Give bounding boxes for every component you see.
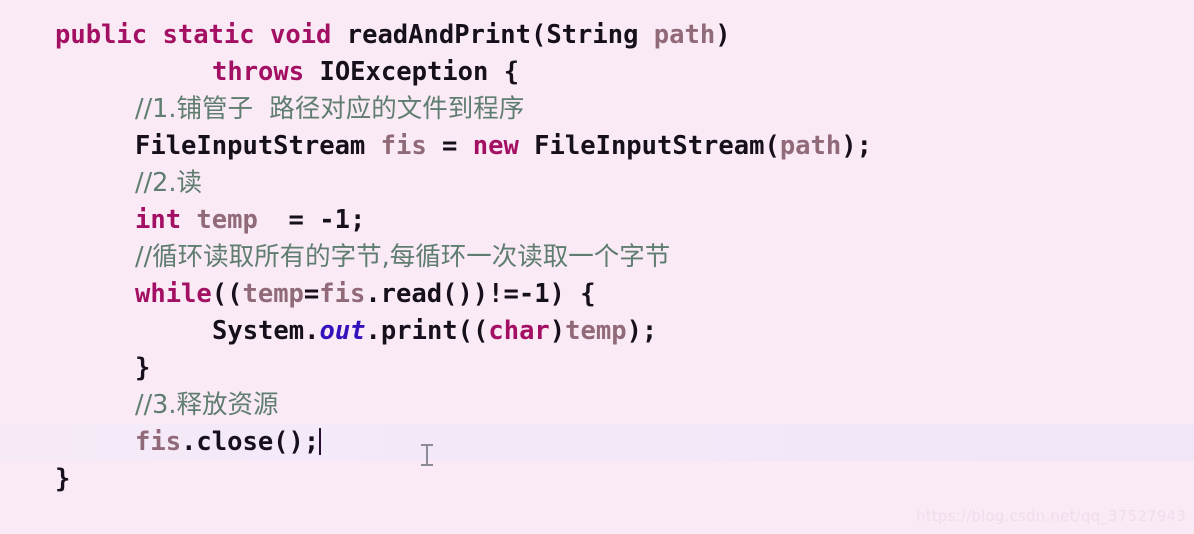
code-token-plain: IOException { (304, 57, 520, 87)
code-token-kw: new (472, 131, 519, 161)
code-token-ident: fis (135, 427, 182, 457)
code-token-kw: void (269, 20, 332, 50)
code-token-plain: (( (211, 279, 243, 309)
code-token-ident: temp (196, 205, 258, 235)
code-token-ident: path (779, 131, 842, 161)
code-token-plain: .read())!=-1) { (365, 279, 596, 309)
watermark: https://blog.csdn.net/qq_37527943 (916, 507, 1186, 525)
code-line[interactable]: public static void readAndPrint(String p… (0, 17, 1194, 54)
code-token-plain: = (303, 279, 320, 309)
code-token-plain: readAndPrint(String (346, 20, 654, 50)
code-line[interactable]: FileInputStream fis = new FileInputStrea… (0, 128, 1194, 165)
code-token-plain: } (135, 353, 151, 383)
code-token-kw: char (488, 316, 550, 346)
code-token-ident: fis (380, 131, 427, 161)
code-line[interactable]: } (0, 350, 1194, 387)
code-token-ident: temp (565, 316, 627, 346)
code-token-kw: public (55, 20, 148, 50)
code-token-kw: while (135, 279, 212, 309)
code-token-plain: .close(); (181, 427, 320, 457)
code-line[interactable]: int temp = -1; (0, 202, 1194, 239)
code-token-plain: FileInputStream (135, 131, 381, 161)
code-token-plain: = -1; (257, 205, 366, 235)
code-line[interactable]: //1.铺管子 路径对应的文件到程序 (0, 91, 1194, 128)
code-token-comment: //循环读取所有的字节,每循环一次读取一个字节 (135, 242, 671, 272)
code-token-plain: ) (549, 316, 566, 346)
code-line[interactable]: //循环读取所有的字节,每循环一次读取一个字节 (0, 239, 1194, 276)
code-line[interactable]: //2.读 (0, 165, 1194, 202)
code-token-plain: } (55, 464, 71, 494)
code-token-kw: static (162, 20, 255, 50)
code-token-plain: ) (715, 20, 731, 50)
code-token-ident: fis (319, 279, 366, 309)
code-token-comment: //3.释放资源 (135, 390, 279, 420)
code-token-plain: ); (841, 131, 872, 161)
code-line[interactable]: } (0, 461, 1194, 498)
code-token-plain: ); (626, 316, 658, 346)
code-line[interactable]: throws IOException { (0, 54, 1194, 91)
code-content[interactable]: public static void readAndPrint(String p… (0, 17, 1194, 498)
code-token-ident: temp (242, 279, 304, 309)
code-token-plain: .print(( (365, 316, 489, 346)
code-token-kw: int (135, 205, 182, 235)
code-line[interactable]: fis.close(); (0, 424, 1194, 461)
code-token-plain: FileInputStream( (518, 131, 780, 161)
code-token-comment: //2.读 (135, 168, 203, 198)
code-token-ident: path (653, 20, 716, 50)
code-token-plain: = (426, 131, 473, 161)
code-token-comment: //1.铺管子 路径对应的文件到程序 (135, 94, 525, 124)
code-token-kw: throws (212, 57, 305, 87)
code-token-field: out (319, 316, 366, 346)
code-editor[interactable]: public static void readAndPrint(String p… (0, 0, 1194, 534)
code-line[interactable]: System.out.print((char)temp); (0, 313, 1194, 350)
code-line[interactable]: //3.释放资源 (0, 387, 1194, 424)
code-token-plain: System. (212, 316, 320, 346)
code-line[interactable]: while((temp=fis.read())!=-1) { (0, 276, 1194, 313)
text-caret (319, 428, 322, 455)
